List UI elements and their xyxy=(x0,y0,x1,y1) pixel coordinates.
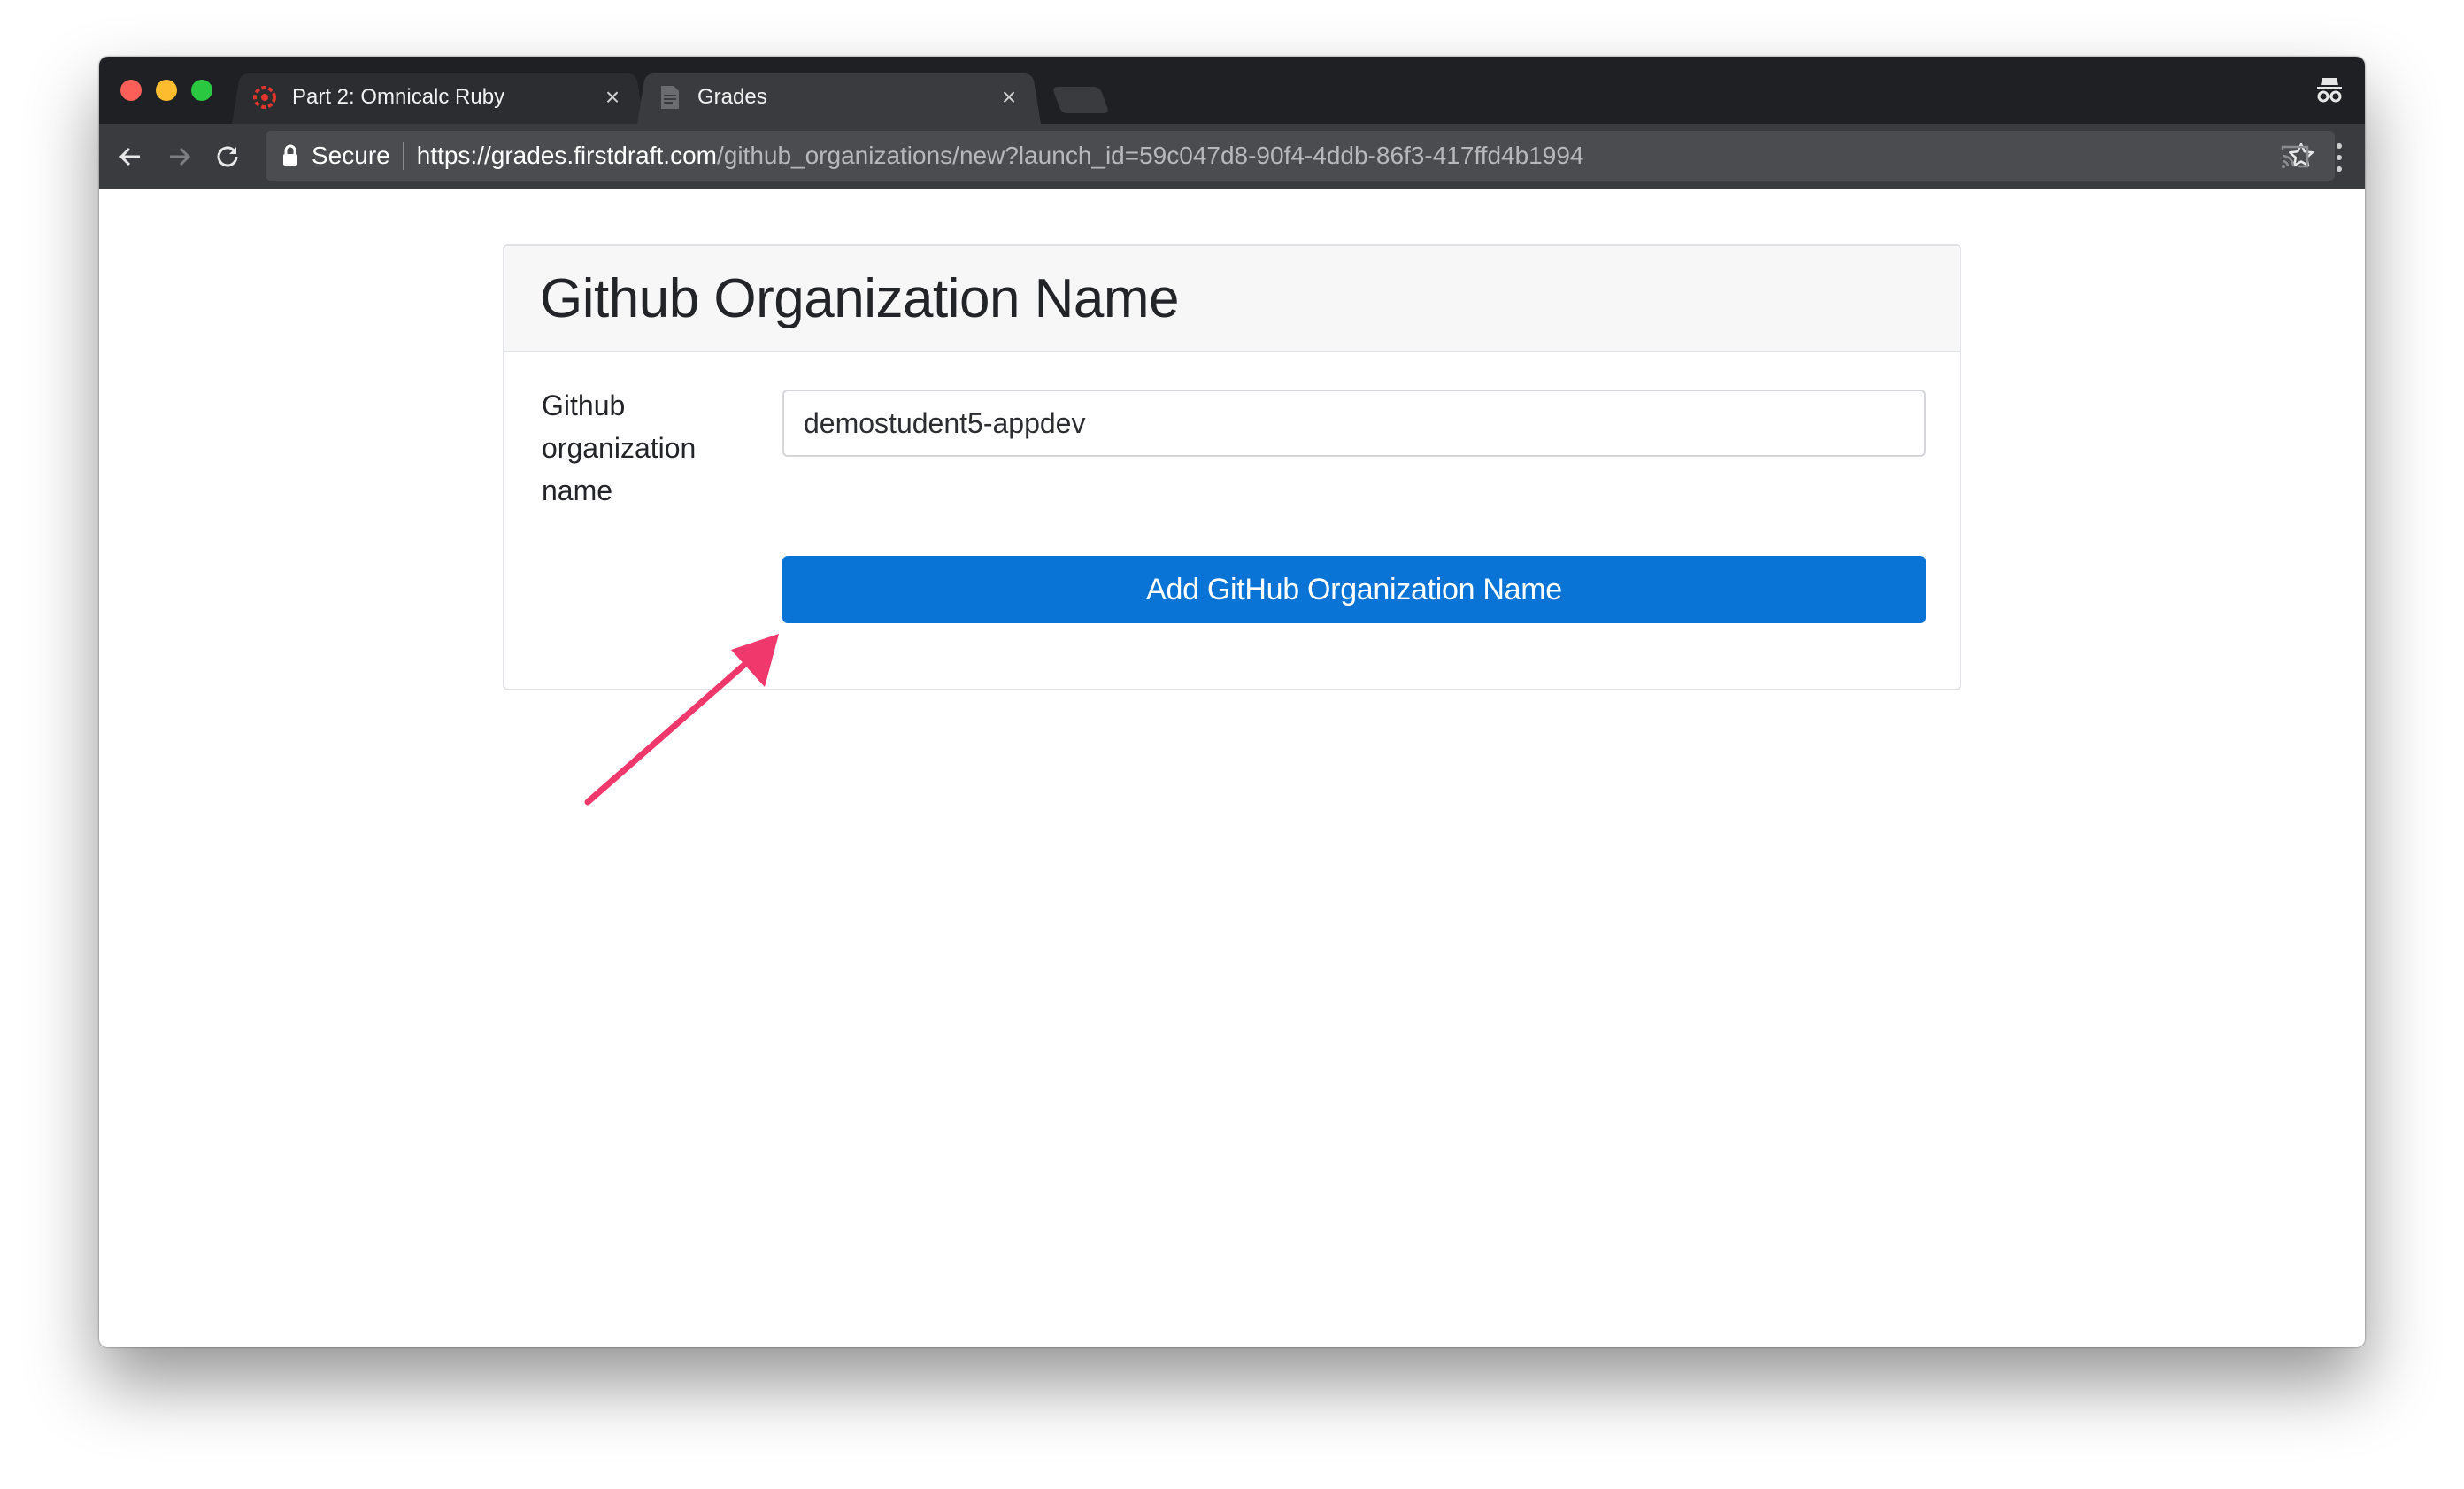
back-arrow-icon[interactable] xyxy=(115,142,145,172)
maximize-window-button[interactable] xyxy=(191,80,212,101)
browser-menu-icon[interactable] xyxy=(2335,143,2344,172)
tab-omnicalc[interactable]: Part 2: Omnicalc Ruby × xyxy=(232,71,644,124)
github-org-input[interactable] xyxy=(782,390,1926,457)
lock-icon xyxy=(281,144,299,167)
form-card: Github Organization Name Github organiza… xyxy=(503,244,1961,690)
browser-window: Part 2: Omnicalc Ruby × Grades × Secure … xyxy=(99,57,2365,1347)
close-tab-icon[interactable]: × xyxy=(997,83,1021,112)
address-bar[interactable]: Secure https://grades.firstdraft.com /gi… xyxy=(266,131,2335,181)
close-window-button[interactable] xyxy=(120,80,142,101)
add-github-org-button[interactable]: Add GitHub Organization Name xyxy=(782,556,1926,623)
document-icon xyxy=(657,84,683,111)
tab-title: Part 2: Omnicalc Ruby xyxy=(292,85,505,109)
secure-label: Secure xyxy=(312,142,390,169)
browser-toolbar: Secure https://grades.firstdraft.com /gi… xyxy=(99,124,2365,189)
tab-grades[interactable]: Grades × xyxy=(637,71,1041,124)
card-header: Github Organization Name xyxy=(504,246,1960,352)
forward-arrow-icon[interactable] xyxy=(165,142,195,172)
new-tab-button[interactable] xyxy=(1051,87,1110,113)
minimize-window-button[interactable] xyxy=(156,80,177,101)
url-host: https://grades.firstdraft.com xyxy=(416,142,717,169)
github-org-label: Github organization name xyxy=(542,390,697,506)
reload-icon[interactable] xyxy=(212,142,243,172)
cast-icon[interactable] xyxy=(2280,143,2310,170)
page-content: Github Organization Name Github organiza… xyxy=(99,189,2365,1347)
tab-strip: Part 2: Omnicalc Ruby × Grades × xyxy=(99,57,2365,124)
page-title: Github Organization Name xyxy=(540,267,1180,329)
settings-gear-red-icon xyxy=(251,84,278,111)
address-divider xyxy=(402,142,404,170)
tab-title: Grades xyxy=(697,85,767,109)
incognito-icon xyxy=(2314,74,2345,106)
url-path: /github_organizations/new?launch_id=59c0… xyxy=(716,142,1584,169)
close-tab-icon[interactable]: × xyxy=(600,83,625,112)
